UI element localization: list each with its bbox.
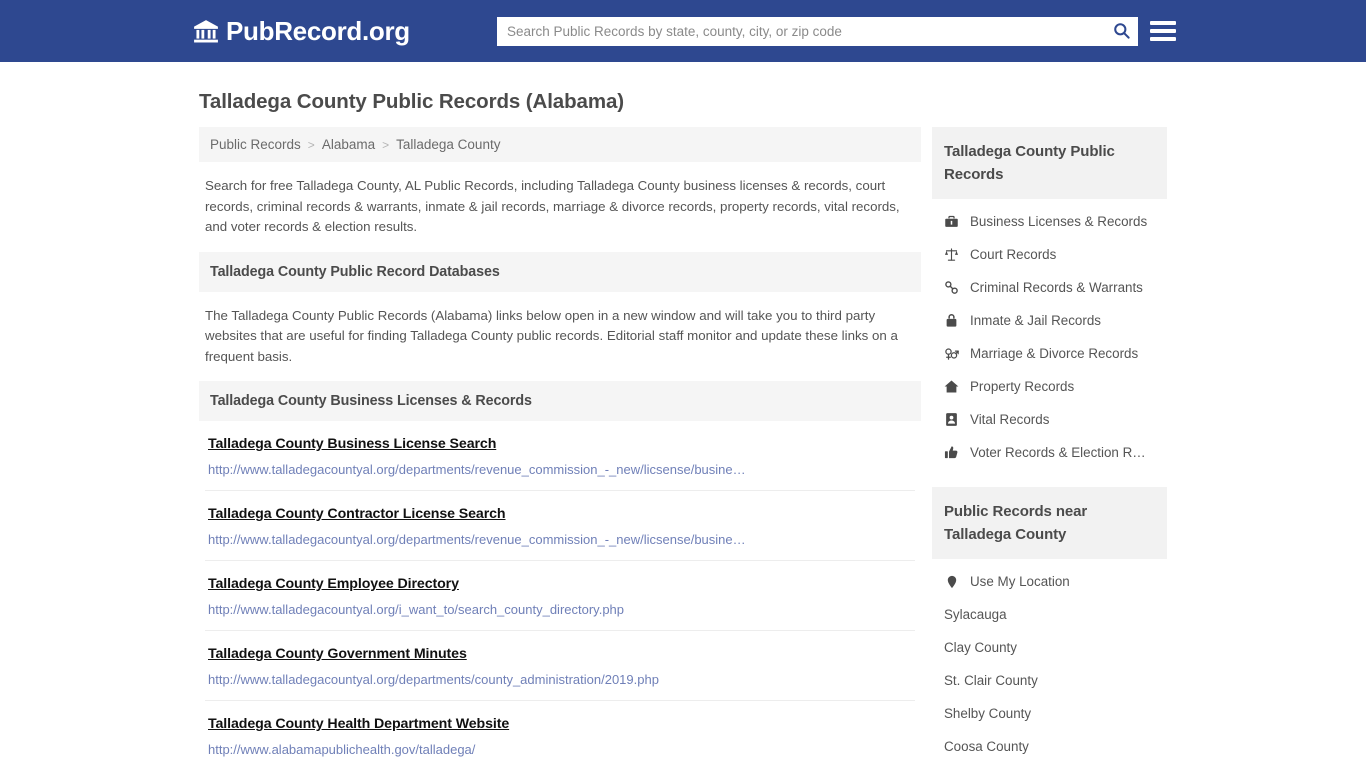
sidebar-card-records: Talladega County Public Records Business… bbox=[932, 127, 1167, 469]
sidebar-item-label: Shelby County bbox=[944, 706, 1032, 721]
scales-balance-icon bbox=[944, 247, 959, 262]
sidebar-item-property-records[interactable]: Property Records bbox=[932, 370, 1167, 403]
result-link-url: http://www.talladegacountyal.org/departm… bbox=[208, 532, 746, 547]
breadcrumb-separator: > bbox=[307, 137, 315, 152]
sidebar-heading-records: Talladega County Public Records bbox=[932, 127, 1167, 199]
breadcrumb: Public Records > Alabama > Talladega Cou… bbox=[199, 127, 921, 162]
main-column: Public Records > Alabama > Talladega Cou… bbox=[199, 127, 921, 768]
hamburger-bar-1 bbox=[1150, 21, 1176, 25]
sidebar-item-shelby-county[interactable]: Shelby County bbox=[932, 697, 1167, 730]
sidebar-item-voter-records[interactable]: Voter Records & Election R… bbox=[932, 436, 1167, 469]
sidebar-item-vital-records[interactable]: Vital Records bbox=[932, 403, 1167, 436]
bank-building-icon bbox=[193, 18, 219, 44]
sidebar-item-coosa-county[interactable]: Coosa County bbox=[932, 730, 1167, 763]
result-link-title[interactable]: Talladega County Employee Directory bbox=[208, 576, 459, 592]
result-link-title[interactable]: Talladega County Government Minutes bbox=[208, 646, 467, 662]
sidebar-item-label: Criminal Records & Warrants bbox=[970, 280, 1143, 295]
site-header: PubRecord.org bbox=[0, 0, 1366, 62]
id-card-icon bbox=[944, 412, 959, 427]
sidebar-records-list: Business Licenses & Records Court Record… bbox=[932, 199, 1167, 469]
sidebar-item-label: Sylacauga bbox=[944, 607, 1007, 622]
section-header-databases: Talladega County Public Record Databases bbox=[199, 251, 921, 292]
search-icon bbox=[1112, 21, 1131, 43]
sidebar-item-sylacauga[interactable]: Sylacauga bbox=[932, 598, 1167, 631]
result-link-title[interactable]: Talladega County Contractor License Sear… bbox=[208, 506, 506, 522]
result-link-url: http://www.alabamapublichealth.gov/talla… bbox=[208, 742, 476, 757]
hamburger-bar-3 bbox=[1150, 37, 1176, 41]
sidebar-item-label: Marriage & Divorce Records bbox=[970, 346, 1139, 361]
venus-mars-icon bbox=[944, 346, 959, 361]
sidebar-item-marriage-divorce-records[interactable]: Marriage & Divorce Records bbox=[932, 337, 1167, 370]
sidebar-item-label: Coosa County bbox=[944, 739, 1029, 754]
databases-paragraph: The Talladega County Public Records (Ala… bbox=[205, 307, 898, 364]
search-button[interactable] bbox=[1104, 17, 1138, 46]
page-title: Talladega County Public Records (Alabama… bbox=[199, 90, 624, 113]
breadcrumb-item-talladega-county[interactable]: Talladega County bbox=[396, 137, 500, 152]
sidebar: Talladega County Public Records Business… bbox=[932, 127, 1167, 763]
site-logo[interactable]: PubRecord.org bbox=[193, 18, 410, 44]
section-header-business-licenses: Talladega County Business Licenses & Rec… bbox=[199, 381, 921, 421]
sidebar-item-label: Property Records bbox=[970, 379, 1075, 394]
map-pin-icon bbox=[944, 574, 959, 589]
site-logo-text: PubRecord.org bbox=[226, 16, 410, 46]
content-columns: Public Records > Alabama > Talladega Cou… bbox=[199, 127, 1173, 768]
intro-paragraph: Search for free Talladega County, AL Pub… bbox=[205, 178, 900, 234]
search-input[interactable] bbox=[497, 17, 1104, 46]
result-link-title[interactable]: Talladega County Health Department Websi… bbox=[208, 716, 509, 732]
sidebar-heading-nearby: Public Records near Talladega County bbox=[932, 487, 1167, 559]
result-link-title[interactable]: Talladega County Business License Search bbox=[208, 436, 496, 452]
search-bar bbox=[497, 17, 1138, 46]
result-link-url: http://www.talladegacountyal.org/departm… bbox=[208, 462, 746, 477]
sidebar-item-inmate-jail-records[interactable]: Inmate & Jail Records bbox=[932, 304, 1167, 337]
home-icon bbox=[944, 379, 959, 394]
hamburger-bar-2 bbox=[1150, 29, 1176, 33]
sidebar-item-label: Use My Location bbox=[970, 574, 1070, 589]
sidebar-item-business-licenses[interactable]: Business Licenses & Records bbox=[932, 205, 1167, 238]
sidebar-nearby-list: Use My Location Sylacauga Clay County St… bbox=[932, 559, 1167, 763]
business-links-list: Talladega County Business License Search… bbox=[199, 421, 921, 768]
sidebar-item-st-clair-county[interactable]: St. Clair County bbox=[932, 664, 1167, 697]
sidebar-item-label: Inmate & Jail Records bbox=[970, 313, 1101, 328]
sidebar-item-label: Business Licenses & Records bbox=[970, 214, 1148, 229]
result-link-url: http://www.talladegacountyal.org/departm… bbox=[208, 672, 659, 687]
sidebar-item-use-my-location[interactable]: Use My Location bbox=[932, 565, 1167, 598]
sidebar-card-nearby: Public Records near Talladega County Use… bbox=[932, 487, 1167, 763]
sidebar-item-criminal-records[interactable]: Criminal Records & Warrants bbox=[932, 271, 1167, 304]
sidebar-item-clay-county[interactable]: Clay County bbox=[932, 631, 1167, 664]
sidebar-item-label: Voter Records & Election R… bbox=[970, 445, 1146, 460]
handcuffs-icon bbox=[944, 280, 959, 295]
sidebar-item-court-records[interactable]: Court Records bbox=[932, 238, 1167, 271]
page-container: Talladega County Public Records (Alabama… bbox=[0, 90, 1366, 768]
thumbs-up-icon bbox=[944, 445, 959, 460]
breadcrumb-item-alabama[interactable]: Alabama bbox=[322, 137, 375, 152]
breadcrumb-separator: > bbox=[382, 137, 390, 152]
result-link-url: http://www.talladegacountyal.org/i_want_… bbox=[208, 602, 625, 617]
list-item[interactable]: Talladega County Government Minutes http… bbox=[205, 631, 915, 701]
sidebar-item-label: Clay County bbox=[944, 640, 1017, 655]
sidebar-item-label: St. Clair County bbox=[944, 673, 1038, 688]
list-item[interactable]: Talladega County Business License Search… bbox=[205, 421, 915, 491]
hamburger-menu-icon[interactable] bbox=[1150, 19, 1176, 43]
list-item[interactable]: Talladega County Employee Directory http… bbox=[205, 561, 915, 631]
sidebar-item-label: Court Records bbox=[970, 247, 1057, 262]
lock-icon bbox=[944, 313, 959, 328]
list-item[interactable]: Talladega County Contractor License Sear… bbox=[205, 491, 915, 561]
briefcase-icon bbox=[944, 214, 959, 229]
breadcrumb-item-public-records[interactable]: Public Records bbox=[210, 137, 301, 152]
list-item[interactable]: Talladega County Health Department Websi… bbox=[205, 701, 915, 768]
sidebar-item-label: Vital Records bbox=[970, 412, 1050, 427]
